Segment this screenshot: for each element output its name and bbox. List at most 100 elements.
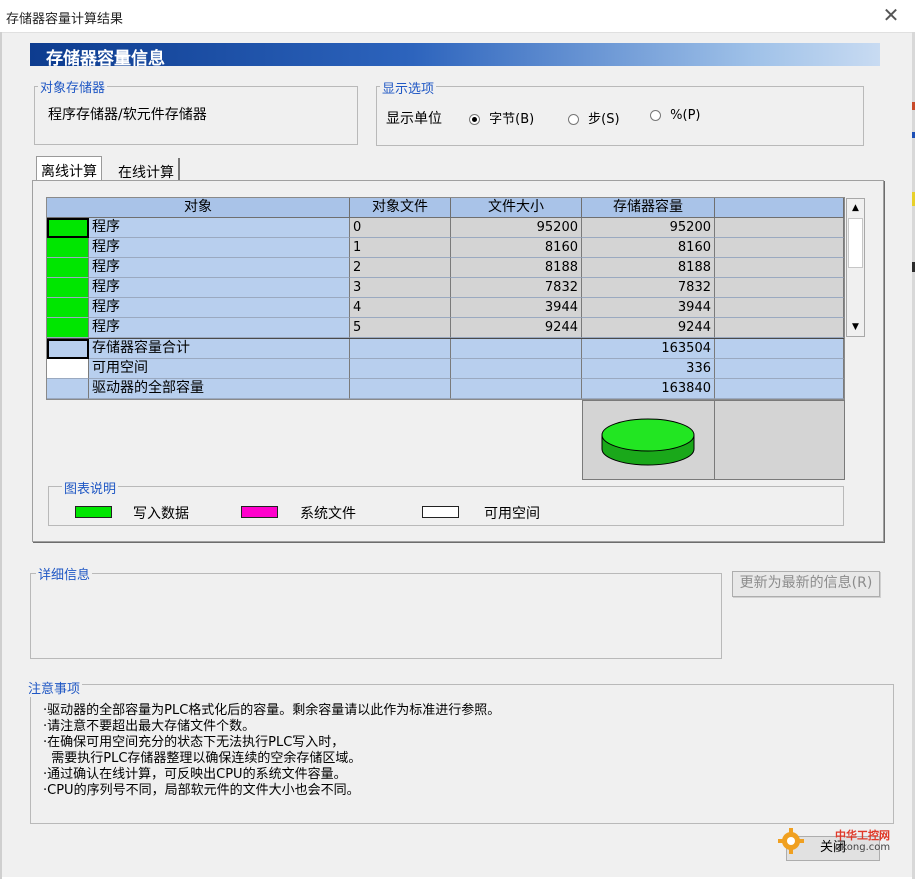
column-header: 存储器容量 — [582, 198, 715, 218]
watermark-text: 中华工控网 — [835, 829, 890, 842]
target-storage-label: 对象存储器 — [38, 77, 108, 96]
table-row[interactable]: 程序 2 8188 8188 — [47, 258, 844, 278]
summary-value: 336 — [582, 359, 715, 379]
row-size: 8160 — [451, 238, 582, 258]
header-title: 存储器容量信息 — [46, 49, 165, 69]
row-file: 2 — [350, 258, 451, 278]
row-size: 95200 — [451, 218, 582, 238]
row-size: 7832 — [451, 278, 582, 298]
row-capacity: 95200 — [582, 218, 715, 238]
note-line: 需要执行PLC存储器整理以确保连续的空余存储区域。 — [43, 751, 362, 766]
title-bar: 存储器容量计算结果 ✕ — [0, 0, 915, 32]
row-capacity: 3944 — [582, 298, 715, 318]
row-size: 3944 — [451, 298, 582, 318]
row-file: 3 — [350, 278, 451, 298]
legend-item-written: 写入数据 — [133, 506, 189, 522]
chart-empty-cell — [714, 400, 845, 480]
row-color-swatch — [47, 359, 89, 379]
table-scrollbar[interactable]: ▲ ▼ — [846, 198, 865, 337]
summary-row-free: 可用空间 336 — [47, 359, 844, 379]
row-file: 0 — [350, 218, 451, 238]
summary-row-capacity: 驱动器的全部容量 163840 — [47, 379, 844, 399]
unit-option-bytes[interactable]: 字节(B) — [469, 108, 534, 127]
scroll-down-icon[interactable]: ▼ — [847, 318, 864, 336]
summary-value: 163840 — [582, 379, 715, 399]
details-label: 详细信息 — [36, 564, 93, 583]
tab-online-calc[interactable]: 在线计算 — [114, 158, 180, 182]
row-extra — [715, 318, 844, 338]
row-color-swatch — [47, 258, 89, 278]
row-extra — [715, 258, 844, 278]
table-row[interactable]: 程序 3 7832 7832 — [47, 278, 844, 298]
summary-empty — [451, 339, 582, 359]
summary-value: 163504 — [582, 339, 715, 359]
note-line: ·通过确认在线计算，可反映出CPU的系统文件容量。 — [43, 767, 347, 782]
display-unit-label: 显示单位 — [386, 111, 442, 127]
summary-label: 可用空间 — [89, 359, 350, 379]
table-row[interactable]: 程序 5 9244 9244 — [47, 318, 844, 338]
tab-offline-calc[interactable]: 离线计算 — [36, 156, 102, 180]
row-color-swatch — [47, 238, 89, 258]
legend-swatch-system — [241, 506, 278, 518]
row-color-swatch — [47, 379, 89, 399]
row-color-swatch — [47, 318, 89, 338]
row-size: 8188 — [451, 258, 582, 278]
notes-label: 注意事项 — [26, 678, 83, 697]
row-capacity: 8188 — [582, 258, 715, 278]
row-size: 9244 — [451, 318, 582, 338]
row-capacity: 7832 — [582, 278, 715, 298]
row-name: 程序 — [89, 238, 350, 258]
legend-item-system: 系统文件 — [300, 506, 356, 522]
radio-icon[interactable] — [650, 110, 661, 121]
row-capacity: 9244 — [582, 318, 715, 338]
display-options-label: 显示选项 — [380, 78, 437, 97]
summary-empty — [715, 339, 844, 359]
scroll-up-icon[interactable]: ▲ — [847, 199, 864, 217]
refresh-info-button[interactable]: 更新为最新的信息(R) — [732, 571, 880, 597]
note-line: ·在确保可用空间充分的状态下无法执行PLC写入时， — [43, 735, 345, 750]
table-row[interactable]: 程序 4 3944 3944 — [47, 298, 844, 318]
summary-row-total: 存储器容量合计 163504 — [47, 339, 844, 359]
row-extra — [715, 218, 844, 238]
summary-empty — [715, 379, 844, 399]
row-name: 程序 — [89, 278, 350, 298]
summary-label: 存储器容量合计 — [89, 339, 350, 359]
row-color-swatch — [47, 339, 89, 359]
row-file: 4 — [350, 298, 451, 318]
details-group — [30, 573, 722, 659]
close-icon[interactable]: ✕ — [880, 4, 902, 26]
row-color-swatch — [47, 278, 89, 298]
legend-swatch-free — [422, 506, 459, 518]
legend-item-free: 可用空间 — [484, 506, 540, 522]
legend-swatch-written — [75, 506, 112, 518]
watermark-url: gkong.com — [835, 842, 891, 853]
table-row[interactable]: 程序 0 95200 95200 — [47, 218, 844, 238]
radio-icon[interactable] — [469, 114, 480, 125]
summary-label: 驱动器的全部容量 — [89, 379, 350, 399]
radio-icon[interactable] — [568, 114, 579, 125]
disk-top — [601, 418, 695, 452]
table-row[interactable]: 程序 1 8160 8160 — [47, 238, 844, 258]
summary-empty — [451, 359, 582, 379]
legend-label: 图表说明 — [62, 478, 119, 497]
row-color-swatch — [47, 298, 89, 318]
capacity-chart-cell — [582, 400, 715, 480]
unit-option-steps[interactable]: 步(S) — [568, 108, 620, 127]
note-line: ·请注意不要超出最大存储文件个数。 — [43, 719, 256, 734]
row-name: 程序 — [89, 218, 350, 238]
summary-empty — [451, 379, 582, 399]
column-header: 对象文件 — [350, 198, 451, 218]
row-file: 1 — [350, 238, 451, 258]
summary-empty — [350, 359, 451, 379]
watermark-gear-icon — [776, 826, 806, 856]
row-name: 程序 — [89, 298, 350, 318]
summary-empty — [350, 379, 451, 399]
target-storage-value: 程序存储器/软元件存储器 — [48, 107, 207, 123]
window-title: 存储器容量计算结果 — [6, 12, 124, 27]
row-color-swatch — [47, 218, 89, 238]
scroll-thumb[interactable] — [848, 218, 863, 268]
row-extra — [715, 298, 844, 318]
capacity-disk-chart — [601, 418, 695, 466]
unit-option-percent[interactable]: %(P) — [650, 108, 700, 123]
row-extra — [715, 278, 844, 298]
